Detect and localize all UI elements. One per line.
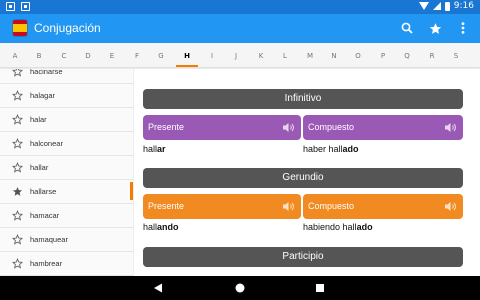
speaker-icon[interactable] <box>445 122 457 133</box>
verb-list-item[interactable]: hambrear <box>0 252 133 276</box>
star-outline-icon[interactable] <box>12 210 23 221</box>
tab-letter-e[interactable]: E <box>104 52 120 60</box>
tab-letter-n[interactable]: N <box>326 52 342 60</box>
tense-label: Compuesto <box>308 201 355 211</box>
tab-letter-a[interactable]: A <box>7 52 23 60</box>
verb-label: halconear <box>30 139 63 148</box>
letter-tabs: A B C D E F G H I J K L M N O P Q R S <box>0 43 480 68</box>
tense-label: Presente <box>148 201 185 211</box>
star-outline-icon[interactable] <box>12 114 23 125</box>
tab-letter-l[interactable]: L <box>277 52 293 60</box>
star-outline-icon[interactable] <box>12 69 23 77</box>
tab-letter-g[interactable]: G <box>153 52 169 60</box>
verb-list-item[interactable]: halagar <box>0 84 133 108</box>
more-vert-icon[interactable] <box>454 19 472 37</box>
verb-label: halagar <box>30 91 56 100</box>
infinitivo-compuesto-form: haber hallado <box>303 144 359 154</box>
spain-flag-icon <box>13 20 27 36</box>
navigation-bar <box>0 276 480 300</box>
notification-icon <box>21 2 30 11</box>
gerundio-presente-button[interactable]: Presente <box>143 194 301 219</box>
tab-letter-j[interactable]: J <box>228 52 244 60</box>
tab-letter-k[interactable]: K <box>253 52 269 60</box>
star-filled-icon[interactable] <box>12 186 23 197</box>
speaker-icon[interactable] <box>283 201 295 212</box>
app-title: Conjugación <box>34 21 101 35</box>
tab-letter-b[interactable]: B <box>31 52 47 60</box>
tab-letter-m[interactable]: M <box>302 52 318 60</box>
notification-icon <box>6 2 15 11</box>
verb-list: hacinarse halagar halar halconear hallar… <box>0 69 134 276</box>
star-outline-icon[interactable] <box>12 258 23 269</box>
status-time: 9:16 <box>453 1 474 11</box>
verb-list-item[interactable]: hallar <box>0 156 133 180</box>
verb-list-item[interactable]: hamacar <box>0 204 133 228</box>
verb-label: hamacar <box>30 211 60 220</box>
verb-label: hallarse <box>30 187 57 196</box>
tab-letter-q[interactable]: Q <box>399 52 415 60</box>
recents-icon[interactable] <box>313 281 327 295</box>
gerundio-compuesto-form: habiendo hallado <box>303 222 373 232</box>
gerundio-presente-form: hallando <box>143 222 179 232</box>
tense-label: Compuesto <box>308 122 355 132</box>
tab-letter-p[interactable]: P <box>375 52 391 60</box>
tab-letter-c[interactable]: C <box>56 52 72 60</box>
verb-list-item[interactable]: hamaquear <box>0 228 133 252</box>
verb-list-item[interactable]: halconear <box>0 132 133 156</box>
star-outline-icon[interactable] <box>12 234 23 245</box>
search-icon[interactable] <box>398 19 416 37</box>
speaker-icon[interactable] <box>283 122 295 133</box>
tab-letter-o[interactable]: O <box>350 52 366 60</box>
battery-icon <box>444 1 450 11</box>
verb-list-item[interactable]: halar <box>0 108 133 132</box>
tab-letter-i[interactable]: I <box>204 52 220 60</box>
speaker-icon[interactable] <box>445 201 457 212</box>
star-outline-icon[interactable] <box>12 90 23 101</box>
section-header-gerundio: Gerundio <box>143 168 463 188</box>
verb-label: hamaquear <box>30 235 68 244</box>
verb-label: hallar <box>30 163 49 172</box>
active-tab-indicator <box>176 65 198 67</box>
app-bar: Conjugación <box>0 14 480 43</box>
infinitivo-compuesto-button[interactable]: Compuesto <box>303 115 463 140</box>
back-icon[interactable] <box>151 281 165 295</box>
gerundio-compuesto-button[interactable]: Compuesto <box>303 194 463 219</box>
verb-label: halar <box>30 115 47 124</box>
tab-letter-s[interactable]: S <box>448 52 464 60</box>
tab-letter-r[interactable]: R <box>424 52 440 60</box>
infinitivo-presente-form: hallar <box>143 144 166 154</box>
tab-letter-f[interactable]: F <box>129 52 145 60</box>
section-header-infinitivo: Infinitivo <box>143 89 463 109</box>
verb-list-item-selected[interactable]: hallarse <box>0 180 133 204</box>
tense-label: Presente <box>148 122 185 132</box>
status-bar: 9:16 <box>0 0 480 14</box>
tab-letter-h[interactable]: H <box>179 52 195 60</box>
star-icon[interactable] <box>426 19 444 37</box>
star-outline-icon[interactable] <box>12 138 23 149</box>
infinitivo-presente-button[interactable]: Presente <box>143 115 301 140</box>
wifi-icon <box>418 2 429 10</box>
home-icon[interactable] <box>233 281 247 295</box>
verb-label: hambrear <box>30 259 63 268</box>
section-header-participio: Participio <box>143 247 463 267</box>
conjugation-panel: Infinitivo Presente Compuesto hallar hab… <box>135 69 480 276</box>
star-outline-icon[interactable] <box>12 162 23 173</box>
verb-list-item[interactable]: hacinarse <box>0 69 133 84</box>
tab-letter-d[interactable]: D <box>80 52 96 60</box>
signal-icon <box>432 2 441 10</box>
verb-label: hacinarse <box>30 69 63 76</box>
